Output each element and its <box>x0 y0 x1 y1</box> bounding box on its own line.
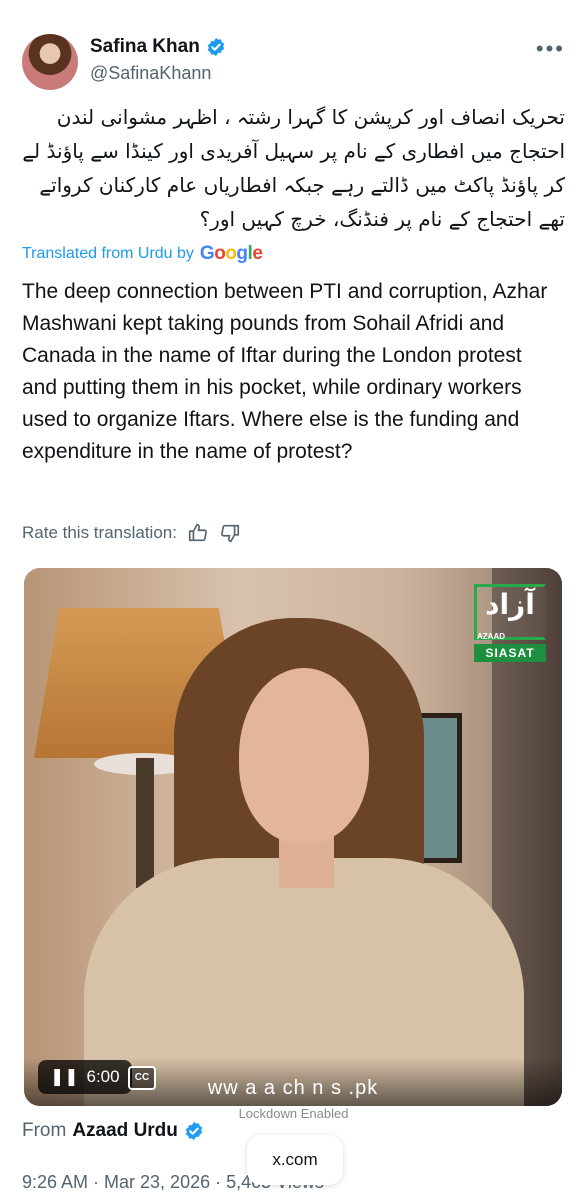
channel-logo: آزاد AZAAD SIASAT <box>474 584 546 662</box>
thumbs-down-icon[interactable] <box>219 522 241 544</box>
video-player[interactable]: آزاد AZAAD SIASAT ❚❚ 6:00 CC ww a a ch n… <box>24 568 562 1106</box>
translated-from-label: Translated from Urdu by <box>22 245 194 262</box>
from-label: From <box>22 1120 67 1141</box>
lamp-base <box>136 758 154 888</box>
thumbs-up-icon[interactable] <box>187 522 209 544</box>
post-header: Safina Khan @SafinaKhann ••• <box>22 30 565 90</box>
rate-translation-label: Rate this translation: <box>22 523 177 542</box>
logo-azaad: AZAAD <box>477 632 505 641</box>
video-watermark: ww a a ch n s .pk <box>207 1077 379 1099</box>
author-handle[interactable]: @SafinaKhann <box>90 63 211 84</box>
google-logo: Google <box>199 243 263 264</box>
translation-attribution[interactable]: Translated from Urdu by Google <box>22 243 263 265</box>
site-overlay-pill[interactable]: x.com <box>247 1135 343 1185</box>
verified-badge-icon <box>207 37 225 57</box>
avatar[interactable] <box>22 34 78 90</box>
verified-badge-icon <box>185 1121 203 1141</box>
video-source[interactable]: From Azaad Urdu <box>22 1120 204 1142</box>
author-name[interactable]: Safina Khan <box>90 36 200 58</box>
more-options-icon[interactable]: ••• <box>536 36 565 62</box>
source-name[interactable]: Azaad Urdu <box>72 1120 178 1142</box>
rate-translation: Rate this translation: <box>22 522 241 544</box>
speaker-face <box>239 668 369 843</box>
lockdown-notice: Lockdown Enabled <box>238 1106 349 1121</box>
post-translation-text: The deep connection between PTI and corr… <box>22 280 548 463</box>
author-name-row[interactable]: Safina Khan <box>90 36 226 58</box>
logo-word: آزاد <box>485 588 535 621</box>
post-original-text: تحریک انصاف اور کرپشن کا گہرا رشتہ ، اظہ… <box>22 105 565 231</box>
logo-siasat: SIASAT <box>474 644 546 662</box>
